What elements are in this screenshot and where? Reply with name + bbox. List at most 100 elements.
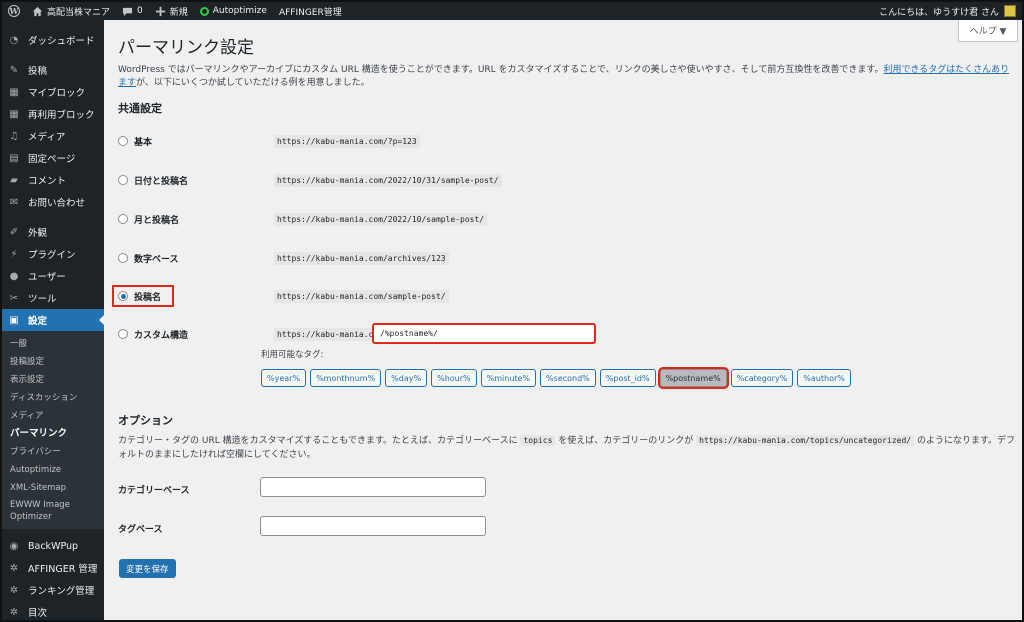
category-base-label: カテゴリーベース [118, 486, 190, 496]
comment-icon [122, 7, 133, 16]
permalink-option-numeric[interactable]: 数字ベース https://kabu-mania.com/archives/12… [118, 248, 998, 268]
gear-icon: ✲ [9, 562, 19, 574]
sidebar-item-plugins[interactable]: ⚡ プラグイン [2, 243, 104, 265]
option-example-url: https://kabu-mania.com/2022/10/31/sample… [274, 173, 502, 187]
new-content-link[interactable]: 新規 [149, 2, 194, 20]
sidebar-item-appearance[interactable]: ✐ 外観 [2, 221, 104, 243]
custom-structure-input[interactable]: /%postname%/ [372, 323, 596, 344]
user-icon: ● [9, 270, 19, 282]
comments-link[interactable]: 0 [116, 2, 149, 20]
option-label: 基本 [134, 137, 153, 148]
plus-icon [155, 6, 165, 16]
available-tags-label: 利用可能なタグ: [261, 350, 324, 360]
tag-base-label: タグベース [118, 525, 163, 535]
tag-base-input[interactable] [260, 516, 486, 536]
submenu-xml-sitemap[interactable]: XML-Sitemap [2, 479, 104, 497]
intro-body: WordPress ではパーマリンクやアーカイブにカスタム URL 構造を使うこ… [118, 65, 884, 75]
intro-text: WordPress ではパーマリンクやアーカイブにカスタム URL 構造を使うこ… [118, 64, 1016, 90]
sidebar-item-label: お問い合わせ [28, 198, 86, 209]
submenu-media[interactable]: メディア [2, 407, 104, 425]
option-label: 数字ベース [134, 254, 179, 265]
autoptimize-label: Autoptimize [212, 6, 267, 16]
media-icon: ♫ [9, 130, 19, 142]
submenu-ewww[interactable]: EWWW Image Optimizer [2, 497, 104, 525]
option-example-url: https://kabu-mania.com/archives/123 [274, 251, 449, 265]
tag-button[interactable]: %category% [730, 369, 794, 387]
available-tags: %year% %monthnum% %day% %hour% %minute% … [261, 369, 851, 387]
sidebar-item-reusable-blocks[interactable]: ▦ 再利用ブロック [2, 103, 104, 125]
tag-button[interactable]: %day% [385, 369, 428, 387]
submenu-autoptimize[interactable]: Autoptimize [2, 461, 104, 479]
sidebar-item-ranking[interactable]: ✲ ランキング管理 [2, 579, 104, 601]
sidebar-item-label: ランキング管理 [28, 586, 95, 597]
submenu-discussion[interactable]: ディスカッション [2, 389, 104, 407]
sidebar-item-contact[interactable]: ✉ お問い合わせ [2, 191, 104, 213]
sidebar-item-posts[interactable]: ✎ 投稿 [2, 59, 104, 81]
tag-button[interactable]: %second% [540, 369, 596, 387]
permalink-option-plain[interactable]: 基本 https://kabu-mania.com/?p=123 [118, 131, 998, 151]
dashboard-icon: ◔ [9, 34, 19, 46]
sidebar-item-label: 再利用ブロック [28, 110, 95, 121]
sidebar-item-label: ユーザー [28, 272, 66, 283]
sidebar-item-media[interactable]: ♫ メディア [2, 125, 104, 147]
admin-sidebar: ◔ ダッシュボード ✎ 投稿 ▦ マイブロック ▦ 再利用ブロック ♫ メディア ▤ 固定ペ… [2, 20, 105, 620]
common-settings-heading: 共通設定 [118, 102, 162, 115]
autoptimize-link[interactable]: Autoptimize [194, 2, 273, 20]
account-menu[interactable]: こんにちは、ゆうすけ君 さん [873, 2, 1022, 20]
submenu-privacy[interactable]: プライバシー [2, 443, 104, 461]
sidebar-item-label: BackWPup [28, 540, 79, 552]
radio-plain[interactable] [118, 136, 128, 146]
sidebar-item-label: 固定ページ [28, 154, 76, 165]
permalink-option-month-name[interactable]: 月と投稿名 https://kabu-mania.com/2022/10/sam… [118, 209, 998, 229]
sidebar-item-myblock[interactable]: ▦ マイブロック [2, 81, 104, 103]
highlight-post-name [112, 285, 174, 307]
sidebar-item-label: ダッシュボード [28, 36, 95, 47]
sidebar-item-pages[interactable]: ▤ 固定ページ [2, 147, 104, 169]
wordpress-icon: W [8, 5, 20, 17]
sidebar-item-dashboard[interactable]: ◔ ダッシュボード [2, 29, 104, 51]
sidebar-item-settings[interactable]: ▣ 設定 [2, 309, 105, 331]
wordpress-logo[interactable]: W [2, 2, 26, 20]
tag-button[interactable]: %minute% [480, 369, 537, 387]
option-example-url: https://kabu-mania.com/?p=123 [274, 134, 420, 148]
affinger-link[interactable]: AFFINGER管理 [273, 2, 348, 20]
brush-icon: ✐ [9, 226, 19, 238]
options-description: カテゴリー・タグの URL 構造をカスタマイズすることもできます。たとえば、カテ… [118, 434, 1016, 462]
tag-button[interactable]: %monthnum% [310, 369, 382, 387]
sidebar-item-comments[interactable]: ▰ コメント [2, 169, 104, 191]
help-tab[interactable]: ヘルプ ▼ [958, 20, 1018, 42]
tag-button-postname[interactable]: %postname% [659, 369, 727, 387]
page-title: パーマリンク設定 [118, 38, 254, 58]
category-base-input[interactable] [260, 477, 486, 497]
radio-numeric[interactable] [118, 253, 128, 263]
submenu-writing[interactable]: 投稿設定 [2, 353, 104, 371]
submenu-reading[interactable]: 表示設定 [2, 371, 104, 389]
tag-button[interactable]: %year% [261, 369, 307, 387]
grid-icon: ▦ [9, 86, 19, 98]
admin-bar: W 高配当株マニア 0 新規 Autoptimize AFFINGER管理 こん… [2, 2, 1022, 20]
sidebar-item-users[interactable]: ● ユーザー [2, 265, 104, 287]
site-name-link[interactable]: 高配当株マニア [26, 2, 116, 20]
radio-custom[interactable] [118, 329, 128, 339]
tag-button[interactable]: %post_id% [599, 369, 656, 387]
permalink-option-post-name[interactable]: 投稿名 https://kabu-mania.com/sample-post/ [118, 286, 998, 306]
greeting: こんにちは、ゆうすけ君 さん [879, 7, 999, 18]
sidebar-item-backwpup[interactable]: ◉ BackWPup [2, 535, 104, 557]
options-heading: オプション [118, 414, 173, 427]
sidebar-item-label: ツール [28, 294, 57, 305]
sidebar-item-toc[interactable]: ✲ 目次 [2, 601, 104, 620]
tag-button[interactable]: %hour% [431, 369, 477, 387]
options-code-topics: topics [520, 435, 556, 446]
save-changes-button[interactable]: 変更を保存 [119, 559, 176, 578]
new-label: 新規 [169, 7, 188, 18]
submenu-general[interactable]: 一般 [2, 335, 104, 353]
sidebar-item-affinger[interactable]: ✲ AFFINGER 管理 [2, 557, 104, 579]
radio-month-name[interactable] [118, 214, 128, 224]
permalink-option-day-name[interactable]: 日付と投稿名 https://kabu-mania.com/2022/10/31… [118, 170, 998, 190]
sidebar-item-tools[interactable]: ✂ ツール [2, 287, 104, 309]
radio-day-name[interactable] [118, 175, 128, 185]
sidebar-item-label: マイブロック [28, 88, 86, 99]
submenu-permalink[interactable]: パーマリンク [2, 425, 104, 443]
tag-button[interactable]: %author% [797, 369, 851, 387]
options-desc-text: カテゴリー・タグの URL 構造をカスタマイズすることもできます。たとえば、カテ… [118, 436, 518, 446]
